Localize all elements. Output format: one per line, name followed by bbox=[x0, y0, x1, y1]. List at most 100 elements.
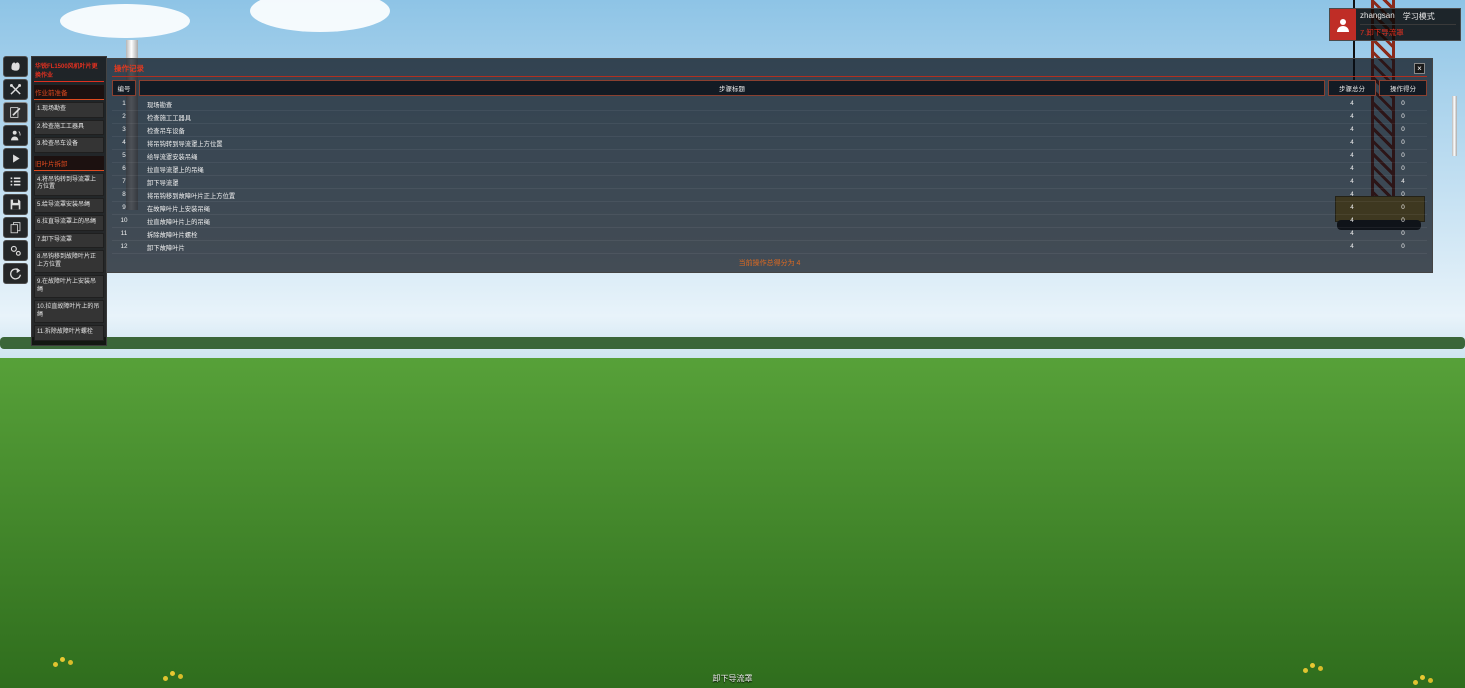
row-step-score: 4 bbox=[1379, 176, 1427, 188]
row-step-total: 4 bbox=[1328, 241, 1376, 253]
row-step-total: 4 bbox=[1328, 124, 1376, 136]
row-step-score: 0 bbox=[1379, 137, 1427, 149]
row-step-score: 0 bbox=[1379, 241, 1427, 253]
step-item[interactable]: 10.拉直故障叶片上的吊绳 bbox=[34, 300, 104, 323]
step-item[interactable]: 11.拆除故障叶片螺栓 bbox=[34, 325, 104, 341]
undo-button[interactable] bbox=[3, 263, 28, 284]
table-row: 9 在故障叶片上安装吊绳 4 0 bbox=[112, 202, 1427, 215]
mode-label: 学习模式 bbox=[1403, 11, 1435, 22]
row-step-score: 0 bbox=[1379, 228, 1427, 240]
scene-3d-site[interactable]: 华锐FL1500风机叶片更换作业 作业前准备 1.现场勘查2.检查施工工器具3.… bbox=[0, 0, 1465, 688]
col-header-title: 步骤标题 bbox=[139, 80, 1325, 96]
step-item[interactable]: 6.拉直导流罩上的吊绳 bbox=[34, 215, 104, 231]
table-row: 5 给导流罩安装吊绳 4 0 bbox=[112, 150, 1427, 163]
copy-icon bbox=[9, 221, 22, 234]
table-body: 1 现场勘查 4 0 2 检查施工工器具 4 0 bbox=[112, 98, 1427, 255]
row-number: 4 bbox=[112, 137, 136, 149]
row-step-total: 4 bbox=[1328, 137, 1376, 149]
edit-note-icon bbox=[9, 106, 22, 119]
row-step-title: 将吊钩转到导流罩上方位置 bbox=[139, 137, 1325, 149]
row-step-title: 卸下导流罩 bbox=[139, 176, 1325, 188]
person-rotate-icon bbox=[9, 129, 22, 142]
steps-button[interactable] bbox=[3, 102, 28, 123]
record-close-button[interactable] bbox=[1414, 63, 1425, 74]
row-step-title: 卸下故障叶片 bbox=[139, 241, 1325, 253]
step-item[interactable]: 9.在故障叶片上安装吊绳 bbox=[34, 275, 104, 298]
operation-record-title: 操作记录 bbox=[114, 63, 144, 74]
cloud-graphic bbox=[60, 4, 190, 38]
crossed-tools-icon bbox=[9, 83, 22, 96]
glove-icon bbox=[9, 60, 22, 73]
row-step-title: 拉直故障叶片上的吊绳 bbox=[139, 215, 1325, 227]
row-number: 1 bbox=[112, 98, 136, 110]
total-score-footer: 当前操作总得分为 4 bbox=[112, 255, 1427, 269]
save-button[interactable] bbox=[3, 194, 28, 215]
col-header-number: 编号 bbox=[112, 80, 136, 96]
records-button[interactable] bbox=[3, 217, 28, 238]
table-row: 1 现场勘查 4 0 bbox=[112, 98, 1427, 111]
save-icon bbox=[9, 198, 22, 211]
step-group-header: 旧叶片拆卸 bbox=[34, 156, 104, 171]
row-step-score: 0 bbox=[1379, 215, 1427, 227]
table-row: 12 卸下故障叶片 4 0 bbox=[112, 241, 1427, 254]
table-row: 3 检查吊车设备 4 0 bbox=[112, 124, 1427, 137]
row-step-title: 检查吊车设备 bbox=[139, 124, 1325, 136]
user-info-box: zhangsan 学习模式 7.卸下导流罩 bbox=[1329, 8, 1461, 41]
row-step-score: 0 bbox=[1379, 98, 1427, 110]
table-row: 2 检查施工工器具 4 0 bbox=[112, 111, 1427, 124]
row-step-total: 4 bbox=[1328, 202, 1376, 214]
avatar bbox=[1330, 9, 1356, 40]
table-header-row: 编号 步骤标题 步骤总分 操作得分 bbox=[112, 80, 1427, 96]
step-item[interactable]: 7.卸下导流罩 bbox=[34, 233, 104, 249]
table-row: 8 将吊钩移到故障叶片正上方位置 4 0 bbox=[112, 189, 1427, 202]
row-step-title: 拆除故障叶片螺栓 bbox=[139, 228, 1325, 240]
undo-icon bbox=[9, 267, 22, 280]
person-icon bbox=[1335, 17, 1351, 33]
tools-button[interactable] bbox=[3, 79, 28, 100]
step-item[interactable]: 3.检查吊车设备 bbox=[34, 137, 104, 153]
row-number: 10 bbox=[112, 215, 136, 227]
row-step-total: 4 bbox=[1328, 176, 1376, 188]
flowers-graphic bbox=[1310, 663, 1315, 668]
row-step-score: 0 bbox=[1379, 111, 1427, 123]
row-step-score: 0 bbox=[1379, 124, 1427, 136]
step-item[interactable]: 5.给导流罩安装吊绳 bbox=[34, 198, 104, 214]
list-button[interactable] bbox=[3, 171, 28, 192]
row-step-total: 4 bbox=[1328, 98, 1376, 110]
table-row: 4 将吊钩转到导流罩上方位置 4 0 bbox=[112, 137, 1427, 150]
row-step-total: 4 bbox=[1328, 228, 1376, 240]
row-number: 2 bbox=[112, 111, 136, 123]
row-number: 9 bbox=[112, 202, 136, 214]
character-button[interactable] bbox=[3, 125, 28, 146]
row-step-total: 4 bbox=[1328, 163, 1376, 175]
step-item[interactable]: 2.检查施工工器具 bbox=[34, 120, 104, 136]
row-step-total: 4 bbox=[1328, 150, 1376, 162]
username: zhangsan bbox=[1360, 11, 1395, 22]
row-step-title: 将吊钩移到故障叶片正上方位置 bbox=[139, 189, 1325, 201]
row-step-title: 拉直导流罩上的吊绳 bbox=[139, 163, 1325, 175]
step-list-panel: 华锐FL1500风机叶片更换作业 作业前准备 1.现场勘查2.检查施工工器具3.… bbox=[31, 56, 107, 346]
cloud-graphic bbox=[250, 0, 390, 32]
col-header-total: 步骤总分 bbox=[1328, 80, 1376, 96]
current-step-label: 7.卸下导流罩 bbox=[1360, 25, 1456, 38]
row-number: 12 bbox=[112, 241, 136, 253]
row-step-title: 现场勘查 bbox=[139, 98, 1325, 110]
col-header-score: 操作得分 bbox=[1379, 80, 1427, 96]
toolbar-icon-column bbox=[3, 56, 28, 284]
window-scene-table: 风力发电机组运检三维仿真培训系统 bbox=[983, 360, 1459, 678]
settings-button[interactable] bbox=[3, 240, 28, 261]
current-step-caption: 卸下导流罩 bbox=[0, 673, 1465, 684]
row-number: 8 bbox=[112, 189, 136, 201]
row-step-total: 4 bbox=[1328, 189, 1376, 201]
screenshot-grid: 风力发电机组运检三维仿真培训系统 FL1500型风力机组叶片更换作业 学习模式练… bbox=[0, 0, 1465, 688]
toolbag-button[interactable] bbox=[3, 56, 28, 77]
play-button[interactable] bbox=[3, 148, 28, 169]
step-list-title: 华锐FL1500风机叶片更换作业 bbox=[34, 59, 104, 82]
step-item[interactable]: 8.吊钩移到故障叶片正上方位置 bbox=[34, 250, 104, 273]
table-row: 6 拉直导流罩上的吊绳 4 0 bbox=[112, 163, 1427, 176]
step-item[interactable]: 4.将吊钩转到导流罩上方位置 bbox=[34, 173, 104, 196]
close-icon bbox=[1417, 64, 1422, 73]
step-item[interactable]: 1.现场勘查 bbox=[34, 102, 104, 118]
row-step-score: 0 bbox=[1379, 163, 1427, 175]
row-number: 3 bbox=[112, 124, 136, 136]
